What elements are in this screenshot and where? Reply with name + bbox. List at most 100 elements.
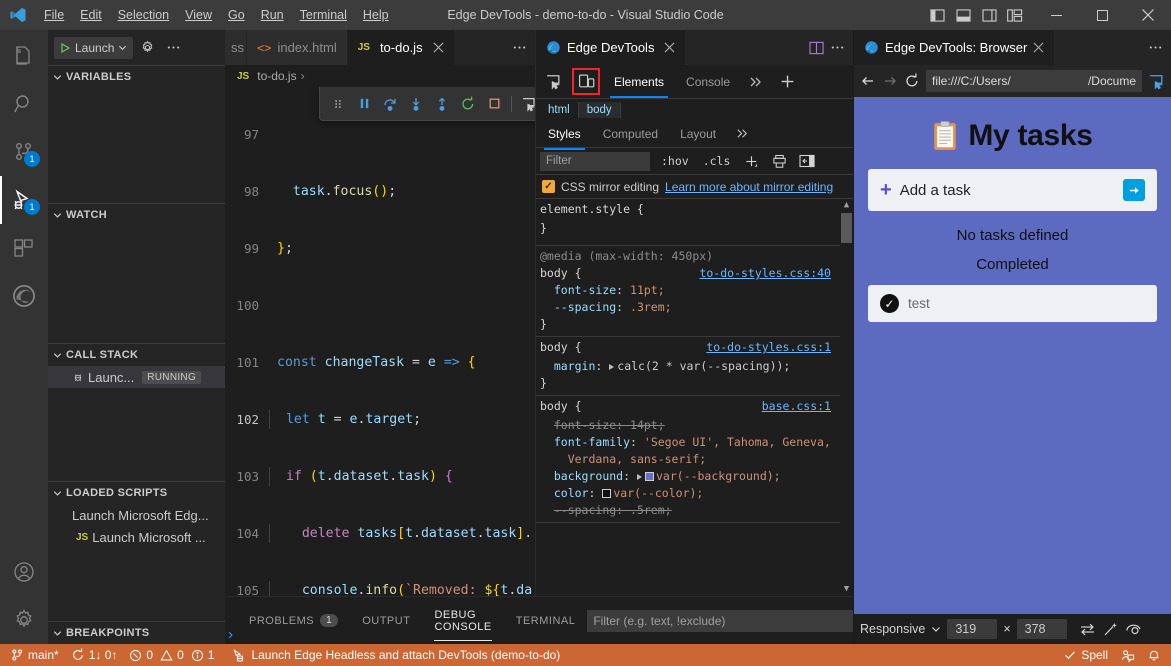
maximize-button[interactable] (1079, 0, 1125, 30)
breadcrumb[interactable]: JS to-do.js › (225, 65, 535, 87)
status-debug-config[interactable]: Launch Edge Headless and attach DevTools… (226, 644, 566, 666)
arrow-right-icon[interactable] (882, 73, 898, 89)
step-out-button[interactable] (430, 92, 454, 116)
call-stack-header[interactable]: CALL STACK (48, 344, 225, 366)
dom-crumb-body[interactable]: body (579, 102, 621, 118)
tab-to-do-js[interactable]: JS to-do.js (348, 30, 455, 65)
status-problems[interactable]: 0 0 1 (123, 644, 220, 666)
add-task-input[interactable]: Add a task (900, 182, 971, 199)
declaration[interactable]: font-family: 'Segoe UI', Tahoma, Geneva, (540, 434, 853, 451)
activity-item-extensions[interactable] (0, 224, 48, 272)
menu-terminal[interactable]: Terminal (292, 5, 355, 25)
close-icon[interactable] (664, 42, 675, 53)
activity-item-settings[interactable] (0, 596, 48, 644)
menu-edit[interactable]: Edit (72, 5, 110, 25)
step-over-button[interactable] (378, 92, 402, 116)
device-preset-label[interactable]: Responsive (860, 622, 925, 636)
toggle-primary-sidebar-icon[interactable] (925, 3, 949, 27)
tab-edge-devtools-browser[interactable]: Edge DevTools: Browser (854, 30, 1054, 65)
activity-item-explorer[interactable] (0, 32, 48, 80)
launch-config-selector[interactable]: Launch (54, 37, 133, 59)
toggle-secondary-sidebar-icon[interactable] (977, 3, 1001, 27)
activity-item-run-and-debug[interactable]: 1 (0, 176, 48, 224)
style-rule-media-body[interactable]: @media (max-width: 450px) body { to-do-s… (536, 246, 853, 337)
style-rule-body-todo[interactable]: body { to-do-styles.css:1 margin: calc(2… (536, 337, 853, 396)
close-icon[interactable] (1033, 42, 1044, 53)
computed-style-button[interactable] (769, 151, 789, 171)
restart-button[interactable] (456, 92, 480, 116)
list-item[interactable]: ✓ test (868, 285, 1157, 322)
status-sync[interactable]: 1↓ 0↑ (65, 644, 124, 666)
activity-item-source-control[interactable]: 1 (0, 128, 48, 176)
scrollbar-thumb[interactable] (841, 213, 852, 243)
rule-source-link[interactable]: to-do-styles.css:40 (699, 265, 831, 282)
variables-header[interactable]: VARIABLES (48, 66, 225, 88)
declaration[interactable]: color: var(--color); (540, 485, 853, 502)
toggle-panel-icon[interactable] (951, 3, 975, 27)
more-tabs-button[interactable] (744, 70, 768, 94)
rule-source-link[interactable]: to-do-styles.css:1 (706, 339, 831, 356)
status-feedback[interactable] (1114, 644, 1141, 666)
status-notifications[interactable] (1141, 644, 1167, 666)
list-item[interactable]: JS Launch Microsoft ... (48, 526, 225, 548)
watch-header[interactable]: WATCH (48, 204, 225, 226)
close-button[interactable] (1125, 0, 1171, 30)
close-icon[interactable] (433, 42, 444, 53)
drag-handle-icon[interactable] (326, 92, 350, 116)
color-swatch[interactable] (602, 489, 611, 498)
editor-scrollbar[interactable] (527, 87, 535, 596)
arrow-left-icon[interactable] (860, 73, 876, 89)
styles-rules-list[interactable]: element.style { } @media (max-width: 450… (536, 199, 853, 596)
panel-tab-output[interactable]: OUTPUT (350, 615, 422, 627)
panel-tab-debug-console[interactable]: DEBUG CONSOLE (422, 609, 503, 633)
breadcrumb-file[interactable]: to-do.js (257, 69, 296, 83)
list-item[interactable]: Launch Microsoft Edg... (48, 504, 225, 526)
pause-button[interactable] (352, 92, 376, 116)
toggle-styles-sidebar-button[interactable] (797, 151, 817, 171)
cls-toggle[interactable]: .cls (700, 154, 734, 168)
panel-maximize-arrow-icon[interactable]: › (228, 627, 233, 642)
reload-icon[interactable] (904, 73, 920, 89)
styles-more-tabs-button[interactable] (730, 122, 754, 146)
browser-url-input[interactable]: file:///C:/Users/ /Docume (926, 70, 1142, 92)
ellipsis-icon[interactable] (830, 40, 845, 55)
style-rule-element-style[interactable]: element.style { } (536, 199, 853, 246)
loaded-scripts-header[interactable]: LOADED SCRIPTS (48, 482, 225, 504)
tab-layout[interactable]: Layout (672, 123, 724, 145)
page-preview[interactable]: My tasks + Add a task No tasks defined C… (854, 97, 1171, 614)
tab-edge-devtools[interactable]: Edge DevTools (536, 30, 686, 65)
inspect-element-button[interactable] (540, 69, 566, 95)
split-editor-icon[interactable] (809, 41, 824, 55)
declaration[interactable]: --spacing: .3rem; (540, 299, 853, 316)
declaration[interactable]: font-size: 14pt; (540, 415, 853, 434)
dom-crumb-html[interactable]: html (540, 102, 579, 118)
scrollbar-up-arrow-icon[interactable]: ▲ (841, 201, 852, 210)
tab-css[interactable]: ss (225, 30, 247, 65)
activity-item-accounts[interactable] (0, 548, 48, 596)
declaration[interactable]: font-size: 11pt; (540, 282, 853, 299)
new-style-rule-button[interactable] (741, 151, 761, 171)
menu-selection[interactable]: Selection (110, 5, 177, 25)
activity-item-edge-devtools[interactable] (0, 272, 48, 320)
ellipsis-icon[interactable] (512, 40, 527, 55)
expand-triangle-icon[interactable] (637, 474, 642, 480)
hov-toggle[interactable]: :hov (658, 154, 692, 168)
panel-tab-terminal[interactable]: TERMINAL (504, 615, 588, 627)
add-task-row[interactable]: + Add a task (868, 169, 1157, 211)
device-height-input[interactable]: 378 (1017, 619, 1067, 639)
chevron-down-icon[interactable] (931, 624, 941, 634)
panel-tab-problems[interactable]: PROBLEMS 1 (237, 614, 350, 627)
activity-item-search[interactable] (0, 80, 48, 128)
styles-scrollbar[interactable]: ▲ ▼ (840, 199, 853, 596)
status-spell[interactable]: Spell (1057, 644, 1114, 666)
tab-elements[interactable]: Elements (606, 71, 672, 93)
styles-filter-input[interactable]: Filter (540, 152, 650, 171)
menu-file[interactable]: File (36, 5, 72, 25)
device-emulation-button[interactable] (572, 68, 600, 95)
mirror-editing-link[interactable]: Learn more about mirror editing (665, 180, 833, 194)
debug-more-button[interactable] (161, 36, 185, 60)
color-swatch[interactable] (645, 472, 654, 481)
call-stack-session-row[interactable]: Launc... RUNNING (48, 366, 225, 388)
breakpoints-header[interactable]: BREAKPOINTS (48, 622, 225, 644)
debug-settings-button[interactable] (135, 36, 159, 60)
